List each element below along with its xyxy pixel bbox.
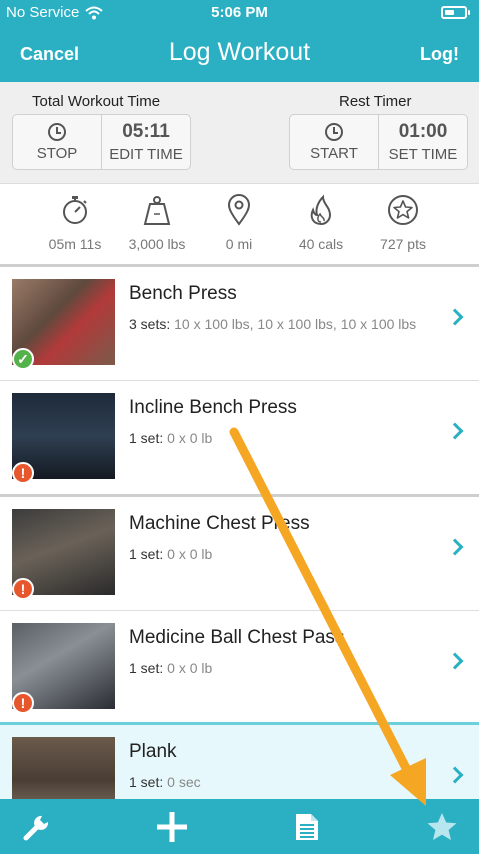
top-bar: No Service 5:06 PM Cancel Log Workout Lo…	[0, 0, 479, 82]
exercise-sets: 1 set: 0 x 0 lb	[129, 545, 419, 563]
stat-points: 727 pts	[358, 194, 448, 252]
sets-count: 1 set:	[129, 660, 164, 676]
warning-icon: !	[12, 692, 34, 714]
page-title: Log Workout	[168, 38, 311, 66]
stat-distance: 0 mi	[194, 194, 284, 252]
exercise-name: Machine Chest Press	[129, 513, 310, 534]
chevron-right-icon	[446, 308, 464, 326]
timers-panel: Total Workout Time STOP 05:11 EDIT TIME …	[0, 82, 479, 184]
stat-weight: 3,000 lbs	[112, 194, 202, 252]
weight-icon	[143, 196, 171, 225]
total-workout-time-label: Total Workout Time	[32, 93, 161, 110]
set-time-label: SET TIME	[388, 146, 458, 163]
exercise-name: Plank	[129, 741, 177, 762]
workout-stats: 05m 11s 3,000 lbs 0 mi 40 cals 727 pts	[0, 184, 479, 264]
start-button[interactable]: START	[290, 115, 378, 169]
log-button[interactable]: Log!	[420, 44, 459, 65]
chevron-right-icon	[446, 538, 464, 556]
sets-count: 1 set:	[129, 430, 164, 446]
stat-duration-value: 05m 11s	[48, 236, 102, 252]
stat-points-value: 727 pts	[380, 236, 426, 252]
sets-detail: 0 x 0 lb	[163, 430, 213, 446]
checkmark-icon: ✓	[12, 348, 34, 370]
status-bar: No Service 5:06 PM	[0, 0, 479, 26]
document-icon	[296, 813, 318, 840]
sets-detail: 0 x 0 lb	[163, 660, 213, 676]
warning-icon: !	[12, 462, 34, 484]
exercise-sets: 1 set: 0 x 0 lb	[129, 429, 419, 447]
sets-detail: 10 x 100 lbs, 10 x 100 lbs, 10 x 100 lbs	[170, 316, 417, 332]
sets-count: 1 set:	[129, 774, 164, 790]
sets-detail: 0 x 0 lb	[163, 546, 213, 562]
stat-duration: 05m 11s	[30, 194, 120, 252]
total-time-value: 05:11	[122, 121, 170, 142]
favorite-tab[interactable]	[397, 799, 479, 854]
exercise-thumbnail	[12, 737, 115, 799]
stat-weight-value: 3,000 lbs	[128, 236, 186, 252]
stat-calories-value: 40 cals	[298, 236, 344, 252]
set-time-button[interactable]: 01:00 SET TIME	[378, 115, 467, 169]
plus-icon	[157, 811, 187, 842]
exercise-sets: 1 set: 0 x 0 lb	[129, 659, 419, 677]
tools-tab[interactable]	[0, 799, 82, 854]
add-exercise-tab[interactable]	[127, 799, 217, 854]
rest-timer-label: Rest Timer	[339, 93, 412, 110]
exercise-row[interactable]: ✓ Bench Press 3 sets: 10 x 100 lbs, 10 x…	[0, 267, 479, 381]
stop-button[interactable]: STOP	[13, 115, 101, 169]
star-circle-icon	[388, 195, 418, 225]
start-label: START	[310, 144, 358, 162]
rest-timer: START 01:00 SET TIME	[289, 114, 468, 170]
exercise-sets: 1 set: 0 sec	[129, 773, 419, 791]
warning-icon: !	[12, 578, 34, 600]
status-time: 5:06 PM	[211, 4, 268, 21]
sets-count: 3 sets:	[129, 316, 171, 332]
clock-icon	[325, 122, 343, 141]
battery-icon	[441, 6, 470, 19]
exercise-row[interactable]: ! Machine Chest Press 1 set: 0 x 0 lb	[0, 497, 479, 611]
bottom-tab-bar	[0, 799, 479, 854]
clock-icon	[48, 122, 66, 141]
chevron-right-icon	[446, 652, 464, 670]
stat-distance-value: 0 mi	[225, 236, 253, 252]
exercise-list: ✓ Bench Press 3 sets: 10 x 100 lbs, 10 x…	[0, 267, 479, 799]
star-icon	[427, 812, 457, 840]
exercise-row[interactable]: ! Incline Bench Press 1 set: 0 x 0 lb	[0, 381, 479, 497]
stop-label: STOP	[36, 144, 78, 162]
sets-count: 1 set:	[129, 546, 164, 562]
stopwatch-icon	[63, 196, 87, 224]
exercise-name: Bench Press	[129, 283, 237, 304]
total-workout-timer: STOP 05:11 EDIT TIME	[12, 114, 191, 170]
exercise-row[interactable]: ! Medicine Ball Chest Pass 1 set: 0 x 0 …	[0, 611, 479, 725]
stat-calories: 40 cals	[276, 194, 366, 252]
notes-tab[interactable]	[262, 799, 352, 854]
sets-detail: 0 sec	[163, 774, 201, 790]
wrench-icon	[23, 815, 49, 840]
exercise-name: Incline Bench Press	[129, 397, 297, 418]
location-pin-icon	[227, 194, 251, 226]
exercise-row[interactable]: Plank 1 set: 0 sec	[0, 722, 479, 799]
exercise-sets: 3 sets: 10 x 100 lbs, 10 x 100 lbs, 10 x…	[129, 315, 419, 333]
rest-time-value: 01:00	[398, 121, 448, 142]
flame-icon	[310, 194, 332, 226]
chevron-right-icon	[446, 766, 464, 784]
edit-time-button[interactable]: 05:11 EDIT TIME	[101, 115, 190, 169]
chevron-right-icon	[446, 422, 464, 440]
edit-time-label: EDIT TIME	[109, 146, 183, 163]
exercise-name: Medicine Ball Chest Pass	[129, 627, 345, 648]
exercise-image	[12, 737, 115, 799]
